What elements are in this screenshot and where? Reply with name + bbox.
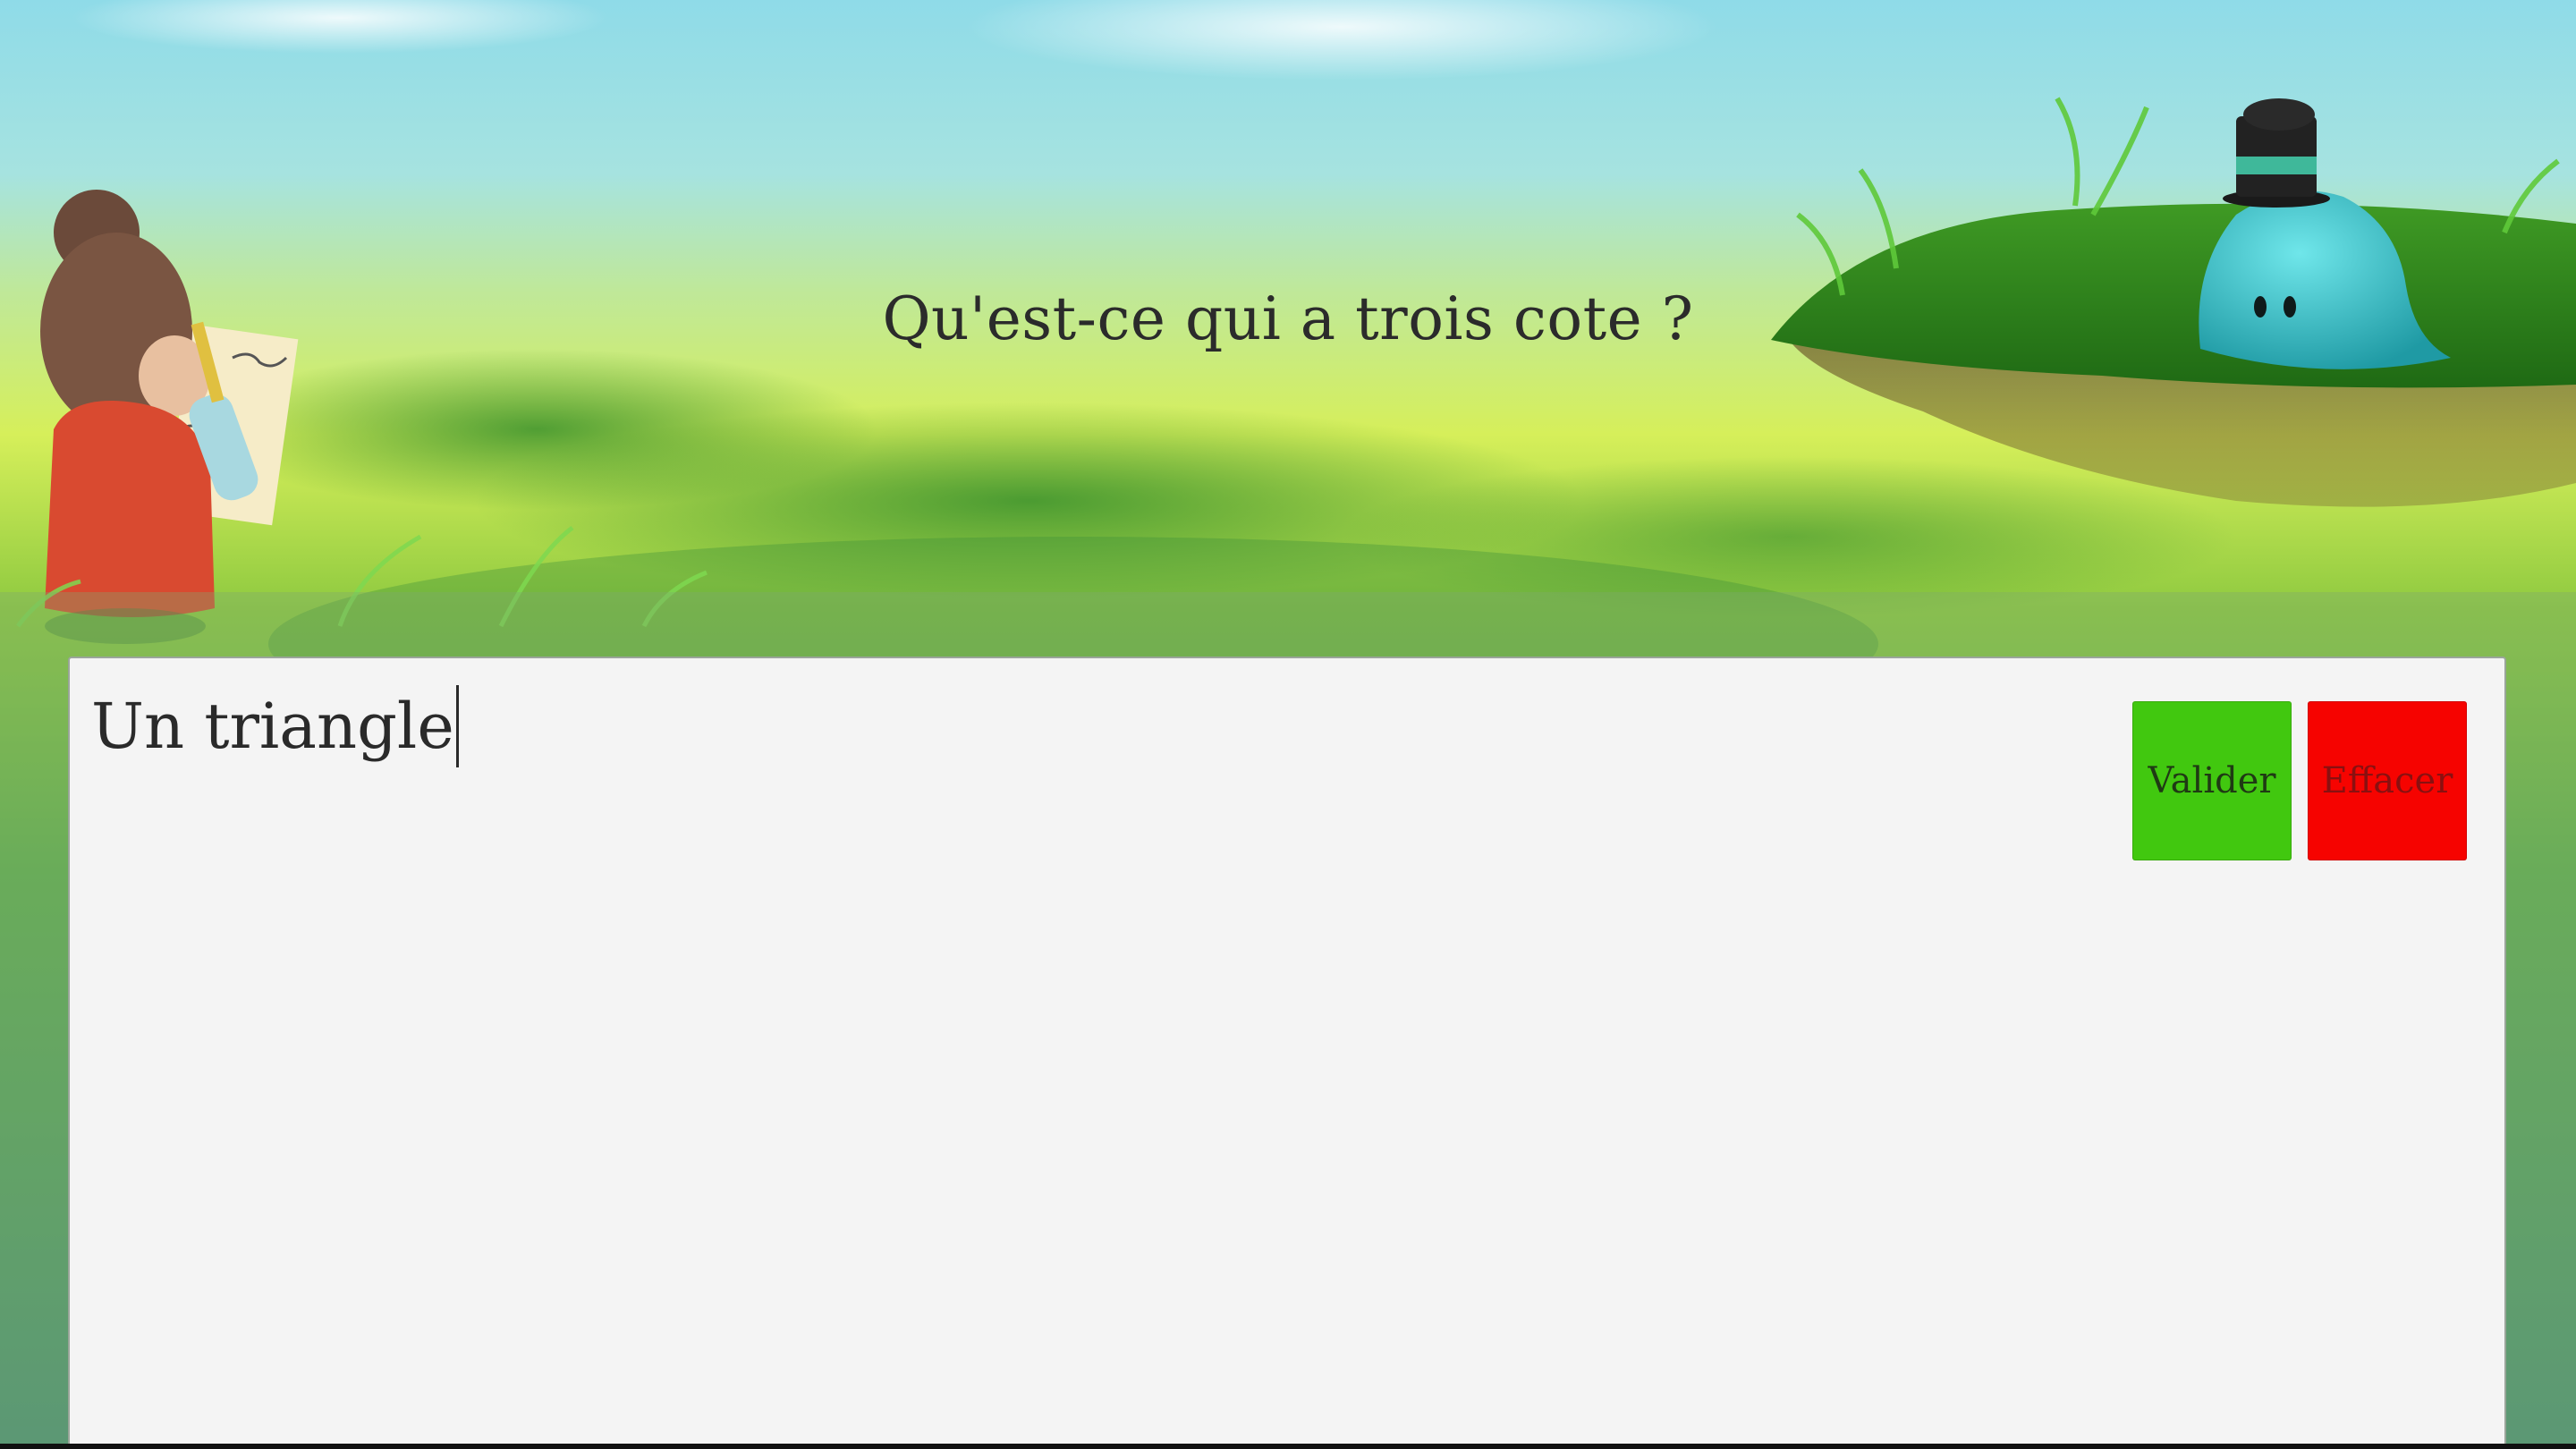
game-scene: Qu'est-ce qui a trois cote ? Un triangle… bbox=[0, 0, 2576, 1449]
clear-button[interactable]: Effacer bbox=[2308, 701, 2467, 860]
question-text: Qu'est-ce qui a trois cote ? bbox=[882, 284, 1694, 353]
validate-button[interactable]: Valider bbox=[2132, 701, 2292, 860]
answer-value: Un triangle bbox=[91, 690, 454, 763]
answer-input[interactable]: Un triangle bbox=[91, 685, 459, 767]
text-caret bbox=[455, 685, 459, 767]
bottom-edge bbox=[0, 1444, 2576, 1449]
answer-panel[interactable]: Un triangle Valider Effacer bbox=[68, 657, 2506, 1449]
